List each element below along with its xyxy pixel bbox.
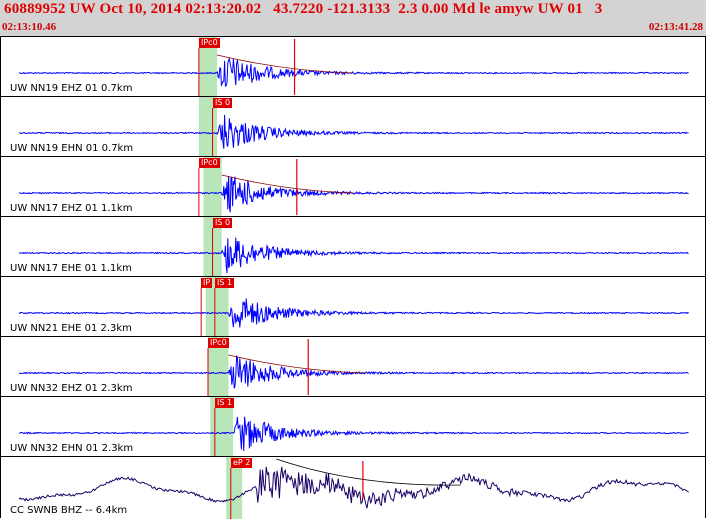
- trace-panel: IS 0 UW NN17 EHE 01 1.1km: [0, 216, 706, 277]
- phase-pick-label[interactable]: IPc0: [199, 38, 220, 48]
- trace-label: CC SWNB BHZ -- 6.4km: [10, 505, 128, 516]
- phase-pick-label[interactable]: IP: [201, 278, 213, 288]
- trace-panel: IS 1 UW NN32 EHN 01 2.3km: [0, 396, 706, 457]
- phase-pick-label[interactable]: IS 0: [213, 218, 233, 228]
- trace-panel: IPc0 UW NN17 EHZ 01 1.1km: [0, 156, 706, 217]
- trace-label: UW NN32 EHN 01 2.3km: [10, 443, 134, 454]
- trace-panel: IS 0 UW NN19 EHN 01 0.7km: [0, 96, 706, 157]
- trace-label: UW NN19 EHN 01 0.7km: [10, 143, 134, 154]
- trace-panel: IP IS 1 UW NN21 EHE 01 2.3km: [0, 276, 706, 337]
- waveform-panels: IPc0 UW NN19 EHZ 01 0.7km IS 0 UW NN19 EHN …: [0, 36, 706, 519]
- trace-panel: IPc0 UW NN19 EHZ 01 0.7km: [0, 36, 706, 97]
- time-end-label: 02:13:41.28: [648, 21, 703, 33]
- trace-label: UW NN17 EHZ 01 1.1km: [10, 203, 133, 214]
- phase-pick-label[interactable]: IS 0: [213, 98, 233, 108]
- trace-panel: eP 2 CC SWNB BHZ -- 6.4km: [0, 456, 706, 519]
- seismogram-trace: [18, 58, 689, 87]
- coda-envelope: [276, 458, 461, 486]
- phase-pick-label[interactable]: IS 1: [215, 398, 235, 408]
- coda-envelope: [221, 174, 354, 194]
- header-bar: 60889952 UW Oct 10, 2014 02:13:20.02 43.…: [0, 0, 706, 36]
- trace-label: UW NN19 EHZ 01 0.7km: [10, 83, 133, 94]
- trace-panel: IPc0 UW NN32 EHZ 01 2.3km: [0, 336, 706, 397]
- phase-pick-label[interactable]: IPc0: [199, 158, 220, 168]
- seismogram-trace: [18, 466, 689, 509]
- coda-envelope: [217, 54, 352, 74]
- phase-pick-label[interactable]: IPc0: [208, 338, 229, 348]
- trace-label: UW NN21 EHE 01 2.3km: [10, 323, 132, 334]
- trace-label: UW NN32 EHZ 01 2.3km: [10, 383, 133, 394]
- event-title: 60889952 UW Oct 10, 2014 02:13:20.02 43.…: [4, 1, 603, 17]
- trace-label: UW NN17 EHE 01 1.1km: [10, 263, 132, 274]
- phase-pick-label[interactable]: IS 1: [215, 278, 235, 288]
- time-start-label: 02:13:10.46: [2, 21, 57, 33]
- phase-pick-label[interactable]: eP 2: [231, 458, 253, 468]
